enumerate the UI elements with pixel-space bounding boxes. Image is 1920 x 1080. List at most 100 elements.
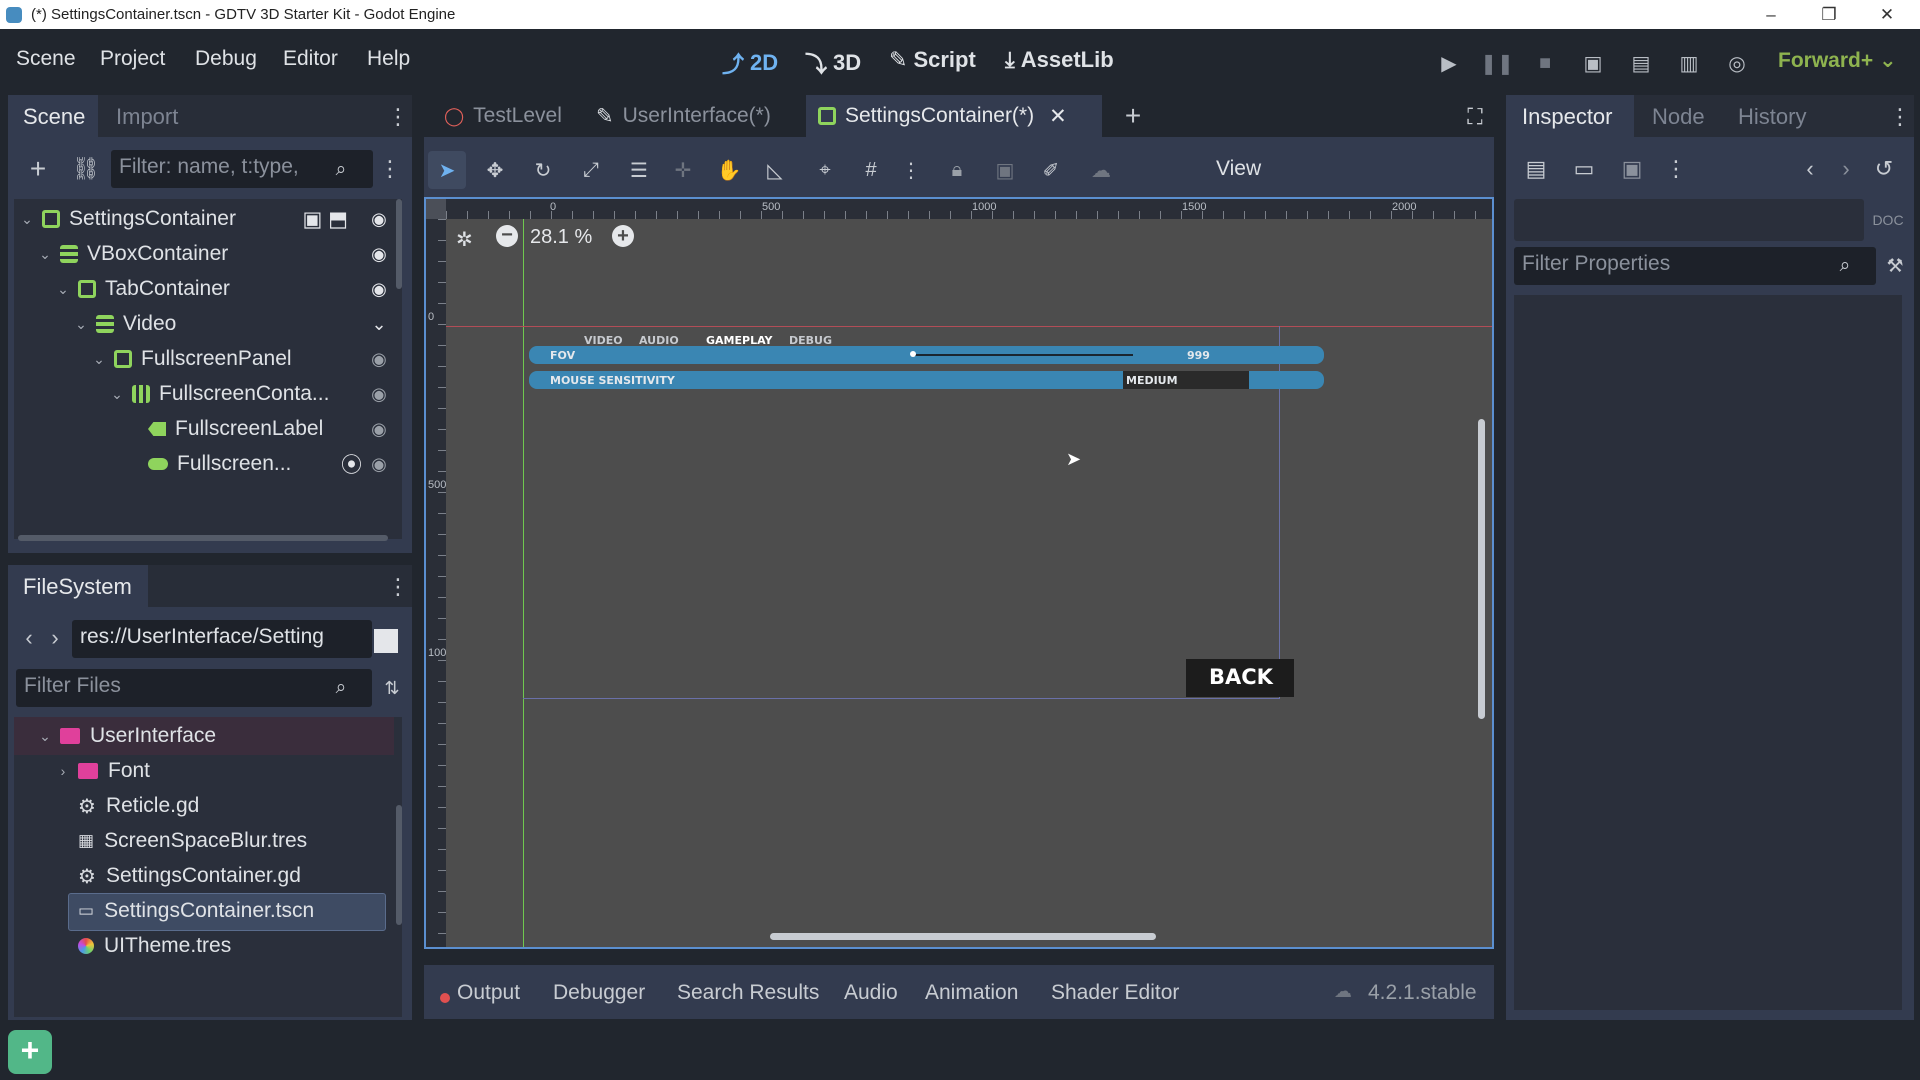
scene-tree-vscrollbar[interactable] [396, 199, 402, 289]
zoom-in-icon[interactable]: + [612, 225, 634, 247]
forward-icon[interactable]: › [44, 623, 66, 653]
save-resource-icon[interactable]: ▣ [1616, 153, 1648, 185]
visibility-icon[interactable]: ◉ [368, 348, 390, 370]
select-mode-icon[interactable]: ➤ [428, 151, 466, 189]
ruler-mode-icon[interactable]: ◺ [756, 151, 794, 189]
collapse-arrow-icon[interactable]: ⌄ [36, 246, 54, 263]
add-app-icon[interactable]: + [8, 1030, 52, 1074]
dock-menu-icon[interactable]: ⋮ [1889, 104, 1911, 129]
minimize-icon[interactable]: – [1742, 0, 1800, 29]
tree-node-settingscontainer[interactable]: ⌄ SettingsContainer ▣ ⬒ ◉ [14, 199, 390, 239]
collapse-arrow-icon[interactable]: ⌄ [54, 281, 72, 298]
add-node-icon[interactable]: + [22, 153, 54, 185]
chevron-down-icon[interactable]: ⌄ [368, 313, 390, 335]
collapse-arrow-icon[interactable]: ⌄ [18, 211, 36, 228]
collapse-arrow-icon[interactable]: ⌄ [36, 728, 54, 745]
menu-help[interactable]: Help [367, 47, 410, 71]
tab-search-results[interactable]: Search Results [677, 981, 819, 1005]
menu-project[interactable]: Project [100, 47, 165, 71]
file-item-settingscontainer-gd[interactable]: ⚙ SettingsContainer.gd [14, 856, 390, 896]
filter-properties-input[interactable]: Filter Properties [1514, 247, 1876, 285]
tab-output[interactable]: Output [457, 981, 520, 1005]
movie-maker-icon[interactable]: ◎ [1720, 46, 1754, 80]
dock-menu-icon[interactable]: ⋮ [387, 574, 409, 599]
visibility-icon[interactable]: ◉ [368, 278, 390, 300]
history-back-icon[interactable]: ‹ [1796, 153, 1824, 185]
property-tools-icon[interactable]: ⚒ [1880, 251, 1910, 281]
play-custom-scene-icon[interactable]: ▥ [1672, 46, 1706, 80]
center-view-icon[interactable]: ✲ [456, 227, 473, 252]
mode-assetlib-button[interactable]: ⤓ AssetLib [1005, 47, 1114, 73]
version-label[interactable]: 4.2.1.stable [1368, 981, 1477, 1005]
stop-icon[interactable]: ■ [1528, 46, 1562, 80]
link-icon[interactable]: ⛓ [70, 153, 102, 185]
tree-node-fullscreen-checkbox[interactable]: Fullscreen... ⦿ ◉ [14, 444, 390, 484]
collapse-arrow-icon[interactable]: ⌄ [108, 386, 126, 403]
back-icon[interactable]: ‹ [18, 623, 40, 653]
distraction-free-icon[interactable]: ⛶ [1458, 100, 1492, 134]
group-icon[interactable]: ▣ [986, 151, 1024, 189]
pan-mode-icon[interactable]: ✋ [710, 151, 748, 189]
dock-menu-icon[interactable]: ⋮ [387, 104, 409, 129]
tree-node-fullscreencontainer[interactable]: ⌄ FullscreenConta... ◉ [14, 374, 390, 414]
restore-icon[interactable]: ❐ [1800, 0, 1858, 29]
script-attached-icon[interactable]: ▣ ⬒ [302, 207, 348, 232]
skeleton-icon[interactable]: ✐ [1032, 151, 1070, 189]
tab-filesystem[interactable]: FileSystem [23, 574, 132, 600]
tree-node-video[interactable]: ⌄ Video ⌄ [14, 304, 390, 344]
file-item-reticle[interactable]: ⚙ Reticle.gd [14, 786, 390, 826]
filter-files-input[interactable]: Filter Files [16, 669, 372, 707]
tab-node[interactable]: Node [1652, 104, 1705, 130]
doc-icon[interactable]: DOC [1870, 205, 1906, 235]
file-item-font[interactable]: › Font [14, 751, 390, 791]
snap-options-icon[interactable]: ⋮ [892, 151, 930, 189]
tab-audio[interactable]: Audio [844, 981, 898, 1005]
menu-debug[interactable]: Debug [195, 47, 257, 71]
tab-inspector[interactable]: Inspector [1522, 104, 1613, 130]
tree-node-tabcontainer[interactable]: ⌄ TabContainer ◉ [14, 269, 390, 309]
fov-slider[interactable] [913, 354, 1133, 356]
pause-icon[interactable]: ❚❚ [1480, 46, 1514, 80]
visibility-icon[interactable]: ◉ [368, 243, 390, 265]
play-icon[interactable]: ▶ [1432, 46, 1466, 80]
collapse-arrow-icon[interactable]: ⌄ [72, 316, 90, 333]
tree-node-fullscreenpanel[interactable]: ⌄ FullscreenPanel ◉ [14, 339, 390, 379]
zoom-level[interactable]: 28.1 % [530, 226, 592, 249]
tab-userinterface[interactable]: ✎ UserInterface(*) [584, 95, 783, 137]
expand-arrow-icon[interactable]: › [54, 763, 72, 779]
collapse-arrow-icon[interactable]: ⌄ [90, 351, 108, 368]
file-item-settingscontainer-tscn[interactable]: ▭ SettingsContainer.tscn [14, 891, 390, 931]
renderer-select[interactable]: Forward+ ⌄ [1778, 48, 1897, 73]
remote-debug-icon[interactable]: ▣ [1576, 46, 1610, 80]
load-resource-icon[interactable]: ▭ [1568, 153, 1600, 185]
mode-script-button[interactable]: ✎ Script [889, 47, 976, 73]
history-forward-icon[interactable]: › [1832, 153, 1860, 185]
sort-icon[interactable]: ⇅ [378, 673, 406, 703]
scene-tree-hscrollbar[interactable] [18, 535, 388, 541]
filter-menu-icon[interactable]: ⋮ [378, 153, 402, 185]
tab-history[interactable]: History [1738, 104, 1806, 130]
close-window-icon[interactable]: ✕ [1858, 0, 1916, 29]
mode-2d-button[interactable]: ⤴ 2D [722, 47, 778, 79]
file-item-uitheme[interactable]: UITheme.tres [14, 926, 390, 966]
mode-3d-button[interactable]: ⤵ 3D [805, 47, 861, 79]
view-menu[interactable]: View [1216, 157, 1261, 181]
menu-scene[interactable]: Scene [16, 47, 76, 71]
cloud-icon[interactable]: ☁ [1082, 151, 1120, 189]
close-tab-icon[interactable]: ✕ [1049, 104, 1067, 129]
new-tab-icon[interactable]: + [1118, 100, 1148, 132]
pivot-icon[interactable]: ✛ [664, 151, 702, 189]
visibility-icon[interactable]: ◉ [368, 383, 390, 405]
tab-scene[interactable]: Scene [23, 104, 85, 130]
object-history-icon[interactable]: ↺ [1868, 153, 1900, 185]
update-spinner-icon[interactable]: ☁ [1334, 981, 1352, 1002]
resource-menu-icon[interactable]: ⋮ [1664, 153, 1688, 185]
fov-slider-grabber[interactable] [910, 351, 916, 357]
signal-icon[interactable]: ⦿ [341, 449, 362, 479]
tab-testlevel[interactable]: ◯ TestLevel [432, 95, 574, 137]
file-item-screenspaceblur[interactable]: ▦ ScreenSpaceBlur.tres [14, 821, 390, 861]
split-mode-icon[interactable] [374, 629, 398, 653]
menu-editor[interactable]: Editor [283, 47, 338, 71]
play-scene-icon[interactable]: ▤ [1624, 46, 1658, 80]
visibility-icon[interactable]: ◉ [368, 208, 390, 230]
